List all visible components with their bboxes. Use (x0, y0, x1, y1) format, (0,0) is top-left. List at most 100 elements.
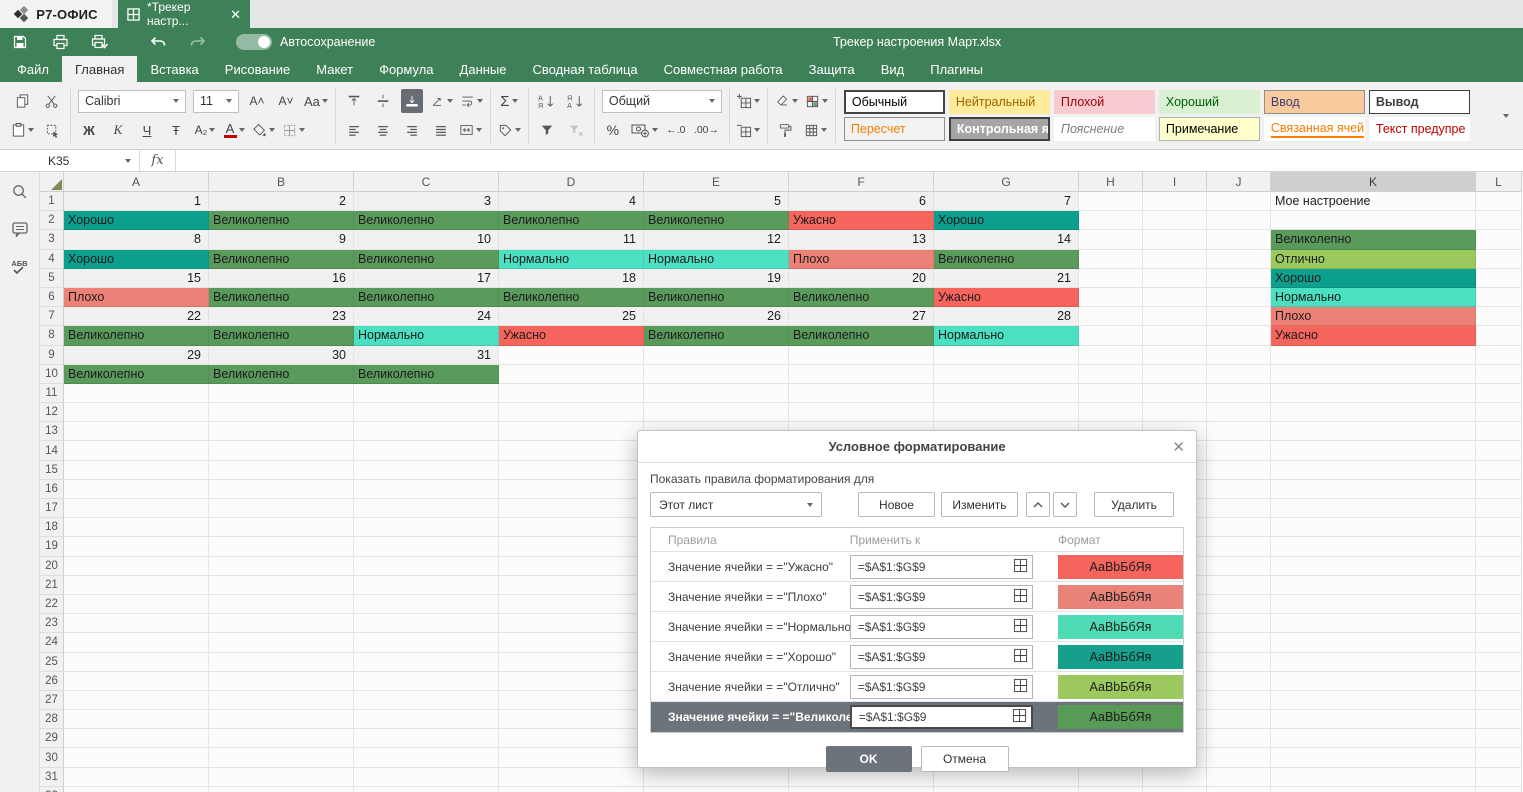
print-button[interactable] (40, 28, 80, 56)
grid-cell-J1[interactable] (1207, 192, 1271, 211)
grid-cell-A2[interactable]: Хорошо (64, 211, 209, 230)
grid-cell-C17[interactable] (354, 499, 499, 518)
grid-cell-J24[interactable] (1207, 633, 1271, 652)
grid-cell-D8[interactable]: Ужасно (499, 326, 644, 345)
copy-button[interactable] (11, 89, 33, 113)
rule-format-swatch[interactable]: АаВbБбЯя (1058, 615, 1183, 639)
grid-cell-G12[interactable] (934, 403, 1079, 422)
range-picker-icon[interactable] (1013, 588, 1028, 606)
grid-cell-D22[interactable] (499, 595, 644, 614)
grid-cell-A20[interactable] (64, 557, 209, 576)
row-header-4[interactable]: 4 (40, 250, 64, 269)
grid-cell-C22[interactable] (354, 595, 499, 614)
grid-cell-E6[interactable]: Великолепно (644, 288, 789, 307)
grid-cell-H9[interactable] (1079, 346, 1143, 365)
delete-rule-button[interactable]: Удалить (1094, 492, 1174, 517)
row-header-18[interactable]: 18 (40, 518, 64, 537)
grid-cell-D20[interactable] (499, 557, 644, 576)
column-header-K[interactable]: K (1271, 172, 1476, 192)
clear-button[interactable] (775, 89, 798, 113)
menu-tab-11[interactable]: Вид (868, 56, 918, 82)
grid-cell-C27[interactable] (354, 691, 499, 710)
grid-cell-E7[interactable]: 26 (644, 307, 789, 326)
rule-format-swatch[interactable]: АаВbБбЯя (1058, 555, 1183, 579)
grid-cell-A6[interactable]: Плохо (64, 288, 209, 307)
grid-cell-K15[interactable] (1271, 461, 1476, 480)
grid-cell-D25[interactable] (499, 653, 644, 672)
cell-style-12[interactable]: Текст предупре (1369, 117, 1470, 141)
grid-cell-J31[interactable] (1207, 768, 1271, 787)
row-header-25[interactable]: 25 (40, 653, 64, 672)
increase-decimal-button[interactable]: .00→ (694, 118, 719, 142)
select-all-corner[interactable] (40, 172, 64, 192)
align-top-button[interactable] (343, 89, 365, 113)
grid-cell-D4[interactable]: Нормально (499, 250, 644, 269)
rule-format-swatch[interactable]: АаВbБбЯя (1058, 585, 1183, 609)
column-header-C[interactable]: C (354, 172, 499, 192)
grid-cell-L23[interactable] (1476, 614, 1522, 633)
rule-format-swatch[interactable]: АаВbБбЯя (1058, 675, 1183, 699)
paste-button[interactable] (11, 118, 34, 142)
grid-cell-D28[interactable] (499, 710, 644, 729)
grid-cell-K27[interactable] (1271, 691, 1476, 710)
rule-row-2[interactable]: Значение ячейки = ="Плохо"=$A$1:$G$9АаВb… (651, 582, 1183, 612)
grid-cell-B11[interactable] (209, 384, 354, 403)
grid-cell-B31[interactable] (209, 768, 354, 787)
row-header-3[interactable]: 3 (40, 230, 64, 249)
rule-range-input[interactable]: =$A$1:$G$9 (850, 645, 1033, 669)
column-header-H[interactable]: H (1079, 172, 1143, 192)
grid-cell-K3[interactable]: Великолепно (1271, 230, 1476, 249)
grid-cell-K29[interactable] (1271, 729, 1476, 748)
grid-cell-C12[interactable] (354, 403, 499, 422)
subscript-button[interactable]: А₂ (194, 118, 216, 142)
grid-cell-A10[interactable]: Великолепно (64, 365, 209, 384)
grid-cell-C8[interactable]: Нормально (354, 326, 499, 345)
row-header-23[interactable]: 23 (40, 614, 64, 633)
align-center-button[interactable] (372, 118, 394, 142)
grid-cell-J2[interactable] (1207, 211, 1271, 230)
grid-cell-A17[interactable] (64, 499, 209, 518)
row-header-24[interactable]: 24 (40, 633, 64, 652)
grid-cell-G10[interactable] (934, 365, 1079, 384)
row-header-1[interactable]: 1 (40, 192, 64, 211)
grid-cell-L31[interactable] (1476, 768, 1522, 787)
grid-cell-I1[interactable] (1143, 192, 1207, 211)
grid-cell-I9[interactable] (1143, 346, 1207, 365)
cell-style-7[interactable]: Пересчет (844, 117, 945, 141)
grid-cell-J10[interactable] (1207, 365, 1271, 384)
quick-print-button[interactable] (80, 28, 120, 56)
grid-cell-L28[interactable] (1476, 710, 1522, 729)
named-ranges-button[interactable] (498, 118, 521, 142)
menu-tab-6[interactable]: Формула (366, 56, 446, 82)
grid-cell-J21[interactable] (1207, 576, 1271, 595)
grid-cell-D9[interactable] (499, 346, 644, 365)
grid-cell-H1[interactable] (1079, 192, 1143, 211)
rule-row-4[interactable]: Значение ячейки = ="Хорошо"=$A$1:$G$9АаВ… (651, 642, 1183, 672)
grid-cell-B32[interactable] (209, 787, 354, 792)
grid-cell-F32[interactable] (789, 787, 934, 792)
grid-cell-C1[interactable]: 3 (354, 192, 499, 211)
row-header-28[interactable]: 28 (40, 710, 64, 729)
grid-cell-B25[interactable] (209, 653, 354, 672)
grid-cell-C29[interactable] (354, 729, 499, 748)
grid-cell-B10[interactable]: Великолепно (209, 365, 354, 384)
row-header-22[interactable]: 22 (40, 595, 64, 614)
grid-cell-F2[interactable]: Ужасно (789, 211, 934, 230)
column-header-F[interactable]: F (789, 172, 934, 192)
grid-cell-I8[interactable] (1143, 326, 1207, 345)
grid-cell-B30[interactable] (209, 748, 354, 767)
grid-cell-B19[interactable] (209, 537, 354, 556)
app-logo[interactable]: Р7-ОФИС (0, 0, 112, 28)
delete-cells-button[interactable] (737, 118, 760, 142)
grid-cell-A1[interactable]: 1 (64, 192, 209, 211)
grid-cell-B22[interactable] (209, 595, 354, 614)
grid-cell-B21[interactable] (209, 576, 354, 595)
grid-cell-J22[interactable] (1207, 595, 1271, 614)
range-picker-icon[interactable] (1013, 678, 1028, 696)
grid-cell-I2[interactable] (1143, 211, 1207, 230)
grid-cell-J23[interactable] (1207, 614, 1271, 633)
grid-cell-E1[interactable]: 5 (644, 192, 789, 211)
comments-icon[interactable] (9, 218, 31, 240)
move-rule-up-button[interactable] (1026, 492, 1050, 517)
range-picker-icon[interactable] (1013, 648, 1028, 666)
